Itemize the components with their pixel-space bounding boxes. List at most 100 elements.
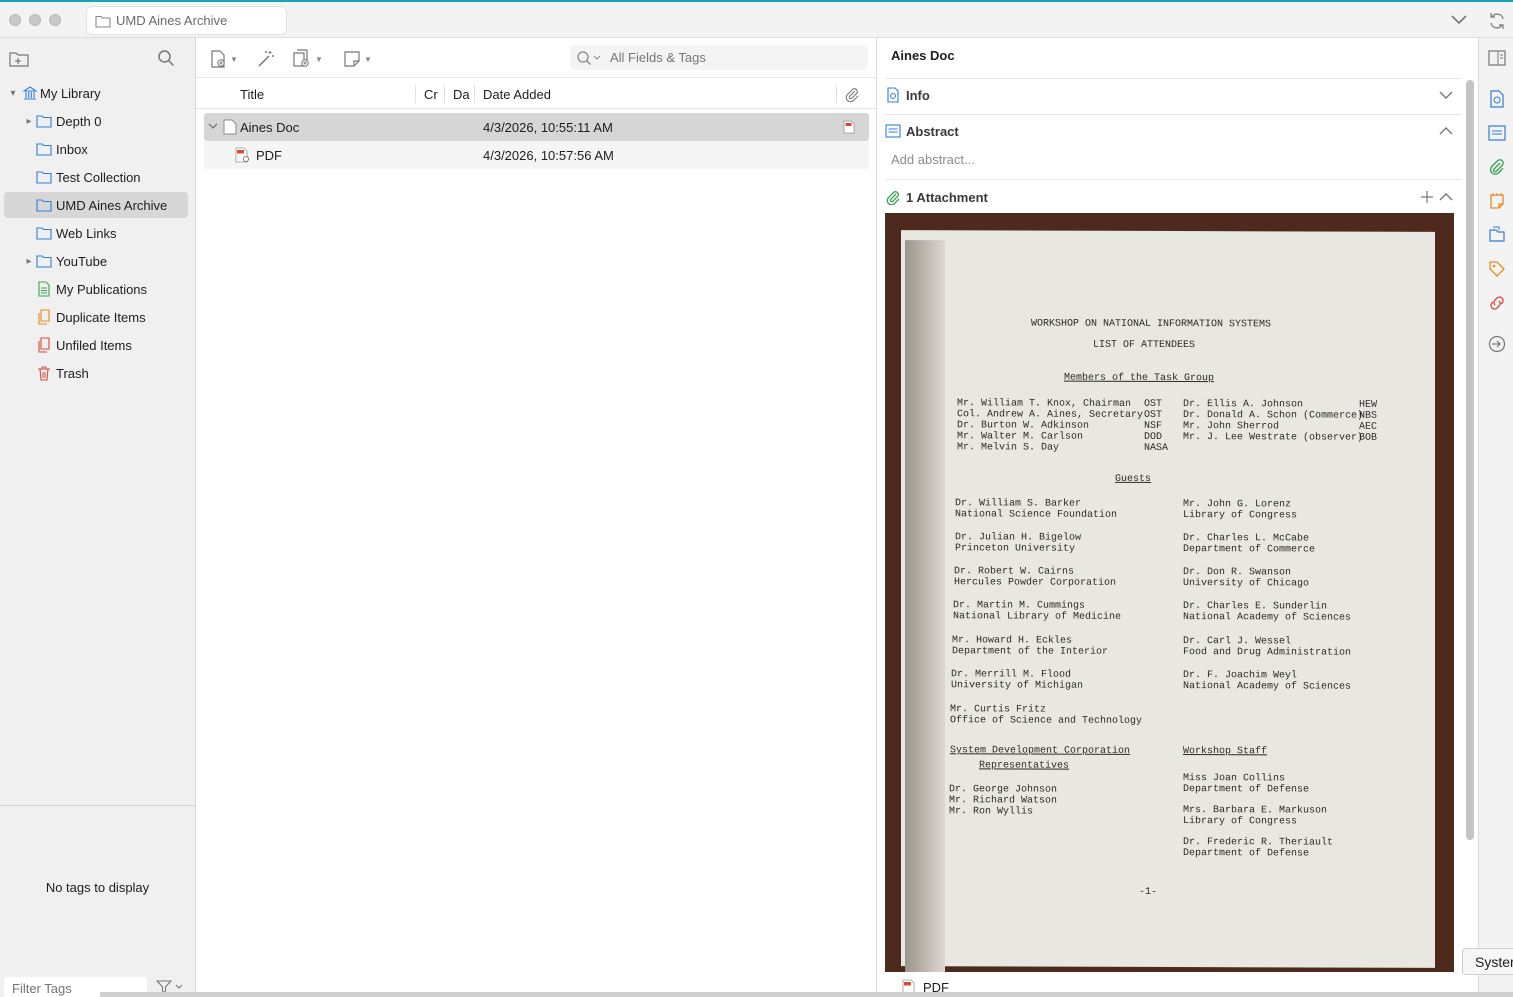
column-resizer[interactable] <box>836 85 837 103</box>
locate-icon[interactable] <box>1488 335 1506 353</box>
new-item-button[interactable]: ▼ <box>208 48 238 70</box>
add-icon[interactable] <box>1421 191 1433 203</box>
search-icon[interactable] <box>576 50 602 66</box>
item-date-added: 4/3/2026, 10:55:11 AM <box>483 120 613 135</box>
new-collection-icon[interactable] <box>9 50 29 68</box>
chevron-up-icon[interactable] <box>1439 126 1453 136</box>
section-abstract-header[interactable]: Abstract <box>885 114 1461 148</box>
attachment-preview[interactable]: WORKSHOP ON NATIONAL INFORMATION SYSTEMS… <box>885 213 1454 972</box>
related-icon[interactable] <box>1488 294 1506 312</box>
tag-selector-divider[interactable] <box>0 805 195 806</box>
toggle-pane-icon[interactable] <box>1488 49 1506 67</box>
item-pane-sidenav <box>1478 38 1513 997</box>
tree-item-my-library[interactable]: ▾ My Library <box>4 80 188 106</box>
item-pane: Aines Doc Info Abstract Add abstract... … <box>877 38 1478 997</box>
tree-item-label: My Publications <box>56 281 148 297</box>
table-row[interactable]: Aines Doc 4/3/2026, 10:55:11 AM <box>204 113 869 141</box>
tree-item-inbox[interactable]: Inbox <box>4 136 188 162</box>
attachment-column-icon[interactable] <box>844 86 860 102</box>
items-toolbar: ▼ ▼ ▼ <box>196 38 877 78</box>
pdf-icon[interactable] <box>843 120 855 134</box>
doc-line: National Academy of Sciences <box>1183 612 1352 624</box>
chevron-down-icon[interactable] <box>1450 12 1468 26</box>
chevron-right-icon[interactable]: ▸ <box>24 116 34 127</box>
chevron-down-icon[interactable] <box>1439 90 1453 100</box>
tree-item-label: Test Collection <box>56 169 141 185</box>
search-icon[interactable] <box>157 49 175 67</box>
chevron-down-icon[interactable] <box>208 123 218 131</box>
table-row[interactable]: PDF 4/3/2026, 10:57:56 AM <box>204 141 869 169</box>
doc-line: OST <box>1144 409 1163 421</box>
abstract-input[interactable]: Add abstract... <box>891 152 975 167</box>
items-pane: ▼ ▼ ▼ Title Cr Da Date Added Aines Doc <box>196 38 877 997</box>
tree-item-duplicate-items[interactable]: Duplicate Items <box>4 304 188 330</box>
notes-icon[interactable] <box>1488 192 1506 210</box>
column-date-added[interactable]: Date Added <box>483 79 551 109</box>
tree-item-youtube[interactable]: ▸ YouTube <box>4 248 188 274</box>
tree-item-label: UMD Aines Archive <box>56 197 168 213</box>
doc-line: Office of Science and Technology <box>950 715 1143 727</box>
doc-line: Department of the Interior <box>952 646 1109 658</box>
column-resizer[interactable] <box>474 85 475 103</box>
abstract-icon <box>885 124 901 138</box>
abstract-icon[interactable] <box>1488 124 1506 142</box>
folder-icon <box>36 171 52 184</box>
sync-icon[interactable] <box>1487 11 1507 31</box>
search-field[interactable] <box>570 45 868 70</box>
search-input[interactable] <box>610 50 850 65</box>
no-tags-message: No tags to display <box>45 880 150 895</box>
tag-icon[interactable] <box>1488 260 1506 278</box>
section-info-header[interactable]: Info <box>885 78 1461 112</box>
add-attachment-button[interactable]: ▼ <box>291 48 323 70</box>
tree-item-unfiled-items[interactable]: Unfiled Items <box>4 332 188 358</box>
duplicate-icon <box>38 309 50 325</box>
chevron-right-icon[interactable]: ▸ <box>24 256 34 267</box>
add-by-identifier-button[interactable] <box>256 48 276 70</box>
doc-page-number: -1- <box>1139 886 1158 898</box>
tree-item-trash[interactable]: Trash <box>4 360 188 386</box>
doc-line: Food and Drug Administration <box>1183 647 1352 659</box>
item-pane-scrollbar[interactable] <box>1466 80 1474 840</box>
libraries-collections-icon[interactable] <box>1488 226 1506 244</box>
column-date[interactable]: Da <box>453 79 470 109</box>
tab-library[interactable]: UMD Aines Archive <box>86 6 287 35</box>
chevron-down-icon[interactable]: ▾ <box>8 88 18 99</box>
magic-wand-icon <box>258 51 274 67</box>
doc-line: Hercules Powder Corporation <box>954 577 1117 589</box>
column-resizer[interactable] <box>415 85 416 103</box>
tree-item-label: My Library <box>40 85 101 101</box>
minimize-window-button[interactable] <box>29 14 41 26</box>
tree-item-web-links[interactable]: Web Links <box>4 220 188 246</box>
tree-item-my-publications[interactable]: My Publications <box>4 276 188 302</box>
tree-item-test-collection[interactable]: Test Collection <box>4 164 188 190</box>
doc-line: DOD <box>1144 431 1163 443</box>
tree-item-label: Trash <box>56 365 89 381</box>
tree-item-umd-aines-archive[interactable]: UMD Aines Archive <box>4 192 188 218</box>
doc-section-heading: Workshop Staff <box>1183 746 1268 758</box>
column-title[interactable]: Title <box>240 79 264 109</box>
column-resizer[interactable] <box>444 85 445 103</box>
window-titlebar: UMD Aines Archive <box>0 0 1513 38</box>
column-creator[interactable]: Cr <box>424 79 438 109</box>
tree-item-label: Unfiled Items <box>56 337 132 353</box>
new-note-button[interactable]: ▼ <box>342 48 372 70</box>
doc-heading: WORKSHOP ON NATIONAL INFORMATION SYSTEMS <box>1031 318 1272 331</box>
close-window-button[interactable] <box>9 14 21 26</box>
folder-icon <box>36 115 52 128</box>
bottom-edge <box>100 992 1513 997</box>
section-attachments-header[interactable]: 1 Attachment <box>885 180 1461 214</box>
chevron-up-icon[interactable] <box>1439 192 1453 202</box>
zoom-window-button[interactable] <box>49 14 61 26</box>
pdf-icon <box>235 147 249 163</box>
tree-item-label: YouTube <box>56 253 108 269</box>
folder-icon <box>95 15 111 28</box>
item-pane-title[interactable]: Aines Doc <box>891 48 955 63</box>
doc-line: University of Chicago <box>1183 578 1310 590</box>
doc-line: Library of Congress <box>1183 510 1298 522</box>
tree-item-depth-0[interactable]: ▸ Depth 0 <box>4 108 188 134</box>
doc-line: National Academy of Sciences <box>1183 681 1352 693</box>
info-icon[interactable] <box>1488 90 1506 108</box>
paperclip-icon[interactable] <box>1488 158 1506 176</box>
doc-subheading: LIST OF ATTENDEES <box>1093 339 1196 352</box>
doc-line: National Science Foundation <box>955 509 1118 521</box>
